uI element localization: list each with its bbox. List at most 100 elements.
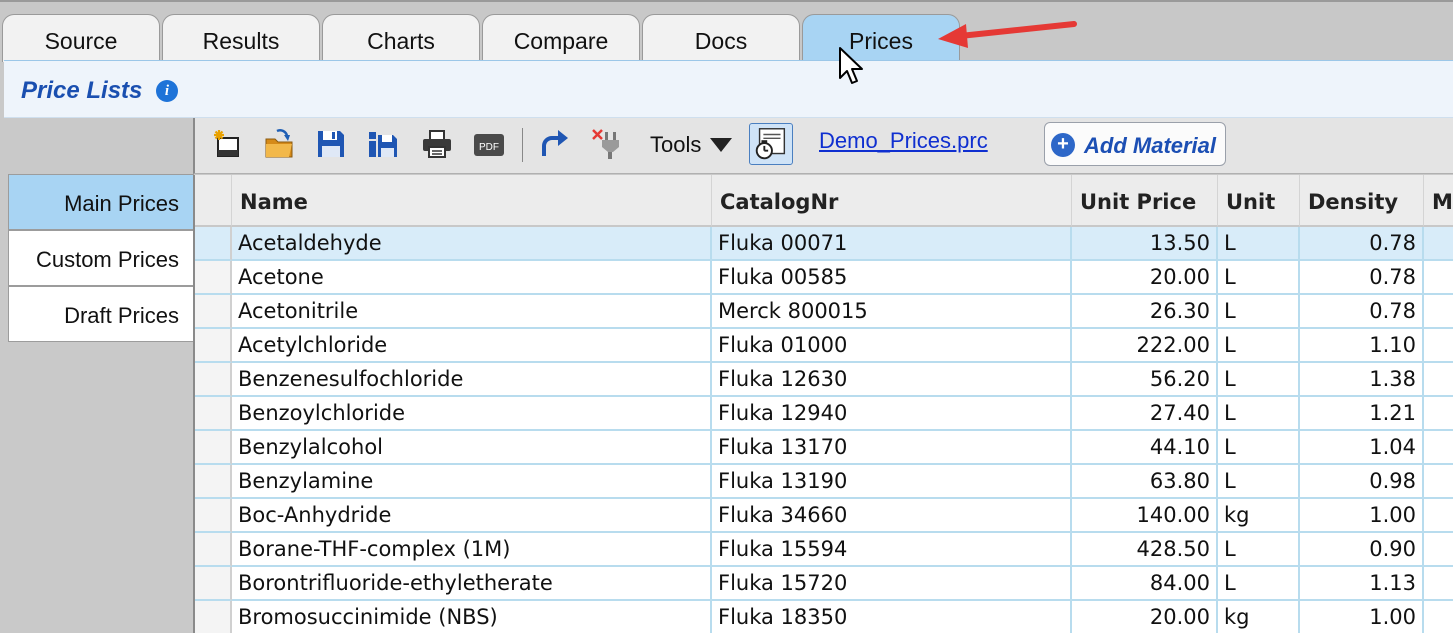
timer-icon[interactable] bbox=[749, 123, 793, 165]
cell-m[interactable] bbox=[1424, 533, 1453, 567]
row-header[interactable] bbox=[195, 601, 232, 633]
cell-unit-price[interactable]: 26.30 bbox=[1072, 295, 1218, 329]
cell-unit[interactable]: L bbox=[1218, 465, 1300, 499]
cell-m[interactable] bbox=[1424, 431, 1453, 465]
cell-unit[interactable]: L bbox=[1218, 295, 1300, 329]
table-row[interactable]: Acetylchloride Fluka 01000 222.00 L 1.10 bbox=[195, 329, 1453, 363]
cell-m[interactable] bbox=[1424, 295, 1453, 329]
cell-unit[interactable]: kg bbox=[1218, 601, 1300, 633]
row-header[interactable] bbox=[195, 499, 232, 533]
cell-unit[interactable]: L bbox=[1218, 329, 1300, 363]
cell-density[interactable]: 1.00 bbox=[1300, 499, 1424, 533]
tab-source[interactable]: Source bbox=[2, 14, 160, 62]
sidebar-item-draft-prices[interactable]: Draft Prices bbox=[8, 286, 194, 342]
cell-density[interactable]: 0.98 bbox=[1300, 465, 1424, 499]
cell-name[interactable]: Acetone bbox=[232, 261, 712, 295]
cell-name[interactable]: Benzenesulfochloride bbox=[232, 363, 712, 397]
row-header[interactable] bbox=[195, 567, 232, 601]
cell-density[interactable]: 0.78 bbox=[1300, 295, 1424, 329]
cell-m[interactable] bbox=[1424, 397, 1453, 431]
cell-catalognr[interactable]: Fluka 13190 bbox=[712, 465, 1072, 499]
save-icon[interactable] bbox=[313, 126, 349, 162]
column-header-m[interactable]: M bbox=[1424, 175, 1453, 227]
cell-catalognr[interactable]: Fluka 12630 bbox=[712, 363, 1072, 397]
cell-catalognr[interactable]: Fluka 15594 bbox=[712, 533, 1072, 567]
cell-catalognr[interactable]: Fluka 01000 bbox=[712, 329, 1072, 363]
cell-unit-price[interactable]: 44.10 bbox=[1072, 431, 1218, 465]
tab-docs[interactable]: Docs bbox=[642, 14, 800, 62]
row-header[interactable] bbox=[195, 533, 232, 567]
row-header[interactable] bbox=[195, 227, 232, 261]
cell-catalognr[interactable]: Fluka 13170 bbox=[712, 431, 1072, 465]
cell-unit[interactable]: L bbox=[1218, 567, 1300, 601]
cell-unit-price[interactable]: 56.20 bbox=[1072, 363, 1218, 397]
cell-density[interactable]: 1.13 bbox=[1300, 567, 1424, 601]
cell-unit[interactable]: L bbox=[1218, 227, 1300, 261]
file-name-link[interactable]: Demo_Prices.prc bbox=[819, 128, 988, 154]
cell-unit-price[interactable]: 428.50 bbox=[1072, 533, 1218, 567]
row-header[interactable] bbox=[195, 329, 232, 363]
column-header-density[interactable]: Density bbox=[1300, 175, 1424, 227]
cell-m[interactable] bbox=[1424, 261, 1453, 295]
column-header-name[interactable]: Name bbox=[232, 175, 712, 227]
cell-unit[interactable]: L bbox=[1218, 533, 1300, 567]
table-row[interactable]: Benzoylchloride Fluka 12940 27.40 L 1.21 bbox=[195, 397, 1453, 431]
tools-menu[interactable]: Tools bbox=[650, 132, 701, 158]
cell-name[interactable]: Acetonitrile bbox=[232, 295, 712, 329]
cell-unit-price[interactable]: 20.00 bbox=[1072, 601, 1218, 633]
column-header-catalognr[interactable]: CatalogNr bbox=[712, 175, 1072, 227]
cell-catalognr[interactable]: Fluka 12940 bbox=[712, 397, 1072, 431]
cell-name[interactable]: Acetaldehyde bbox=[232, 227, 712, 261]
cell-m[interactable] bbox=[1424, 329, 1453, 363]
cell-unit-price[interactable]: 20.00 bbox=[1072, 261, 1218, 295]
cell-m[interactable] bbox=[1424, 567, 1453, 601]
row-header[interactable] bbox=[195, 431, 232, 465]
table-row[interactable]: Acetaldehyde Fluka 00071 13.50 L 0.78 bbox=[195, 227, 1453, 261]
cell-name[interactable]: Bromosuccinimide (NBS) bbox=[232, 601, 712, 633]
cell-density[interactable]: 1.04 bbox=[1300, 431, 1424, 465]
cell-density[interactable]: 1.38 bbox=[1300, 363, 1424, 397]
cell-catalognr[interactable]: Fluka 00585 bbox=[712, 261, 1072, 295]
cell-unit-price[interactable]: 13.50 bbox=[1072, 227, 1218, 261]
disconnect-icon[interactable] bbox=[589, 126, 625, 162]
cell-catalognr[interactable]: Merck 800015 bbox=[712, 295, 1072, 329]
cell-name[interactable]: Borane-THF-complex (1M) bbox=[232, 533, 712, 567]
cell-name[interactable]: Benzoylchloride bbox=[232, 397, 712, 431]
cell-m[interactable] bbox=[1424, 499, 1453, 533]
save-as-icon[interactable] bbox=[365, 126, 401, 162]
table-row[interactable]: Acetone Fluka 00585 20.00 L 0.78 bbox=[195, 261, 1453, 295]
add-material-button[interactable]: + Add Material bbox=[1044, 122, 1226, 166]
table-row[interactable]: Acetonitrile Merck 800015 26.30 L 0.78 bbox=[195, 295, 1453, 329]
cell-unit-price[interactable]: 84.00 bbox=[1072, 567, 1218, 601]
open-folder-icon[interactable] bbox=[261, 126, 297, 162]
cell-unit-price[interactable]: 222.00 bbox=[1072, 329, 1218, 363]
cell-density[interactable]: 1.21 bbox=[1300, 397, 1424, 431]
cell-unit-price[interactable]: 63.80 bbox=[1072, 465, 1218, 499]
cell-name[interactable]: Borontrifluoride-ethyletherate bbox=[232, 567, 712, 601]
tab-results[interactable]: Results bbox=[162, 14, 320, 62]
redo-icon[interactable] bbox=[535, 126, 571, 162]
info-icon[interactable]: i bbox=[156, 80, 178, 102]
cell-unit[interactable]: L bbox=[1218, 397, 1300, 431]
cell-density[interactable]: 0.78 bbox=[1300, 261, 1424, 295]
cell-density[interactable]: 1.00 bbox=[1300, 601, 1424, 633]
new-list-icon[interactable] bbox=[209, 126, 245, 162]
table-row[interactable]: Benzylamine Fluka 13190 63.80 L 0.98 bbox=[195, 465, 1453, 499]
tab-charts[interactable]: Charts bbox=[322, 14, 480, 62]
tab-compare[interactable]: Compare bbox=[482, 14, 640, 62]
cell-unit[interactable]: L bbox=[1218, 261, 1300, 295]
chevron-down-icon[interactable] bbox=[710, 138, 732, 152]
row-header[interactable] bbox=[195, 465, 232, 499]
cell-unit[interactable]: kg bbox=[1218, 499, 1300, 533]
table-row[interactable]: Benzenesulfochloride Fluka 12630 56.20 L 1.3… bbox=[195, 363, 1453, 397]
sidebar-item-custom-prices[interactable]: Custom Prices bbox=[8, 230, 194, 286]
cell-m[interactable] bbox=[1424, 465, 1453, 499]
cell-m[interactable] bbox=[1424, 227, 1453, 261]
column-header-unit-price[interactable]: Unit Price bbox=[1072, 175, 1218, 227]
column-header-unit[interactable]: Unit bbox=[1218, 175, 1300, 227]
cell-catalognr[interactable]: Fluka 15720 bbox=[712, 567, 1072, 601]
table-row[interactable]: Borontrifluoride-ethyletherate Fluka 1572… bbox=[195, 567, 1453, 601]
table-row[interactable]: Bromosuccinimide (NBS) Fluka 18350 20.00 kg… bbox=[195, 601, 1453, 633]
cell-name[interactable]: Acetylchloride bbox=[232, 329, 712, 363]
cell-unit[interactable]: L bbox=[1218, 431, 1300, 465]
